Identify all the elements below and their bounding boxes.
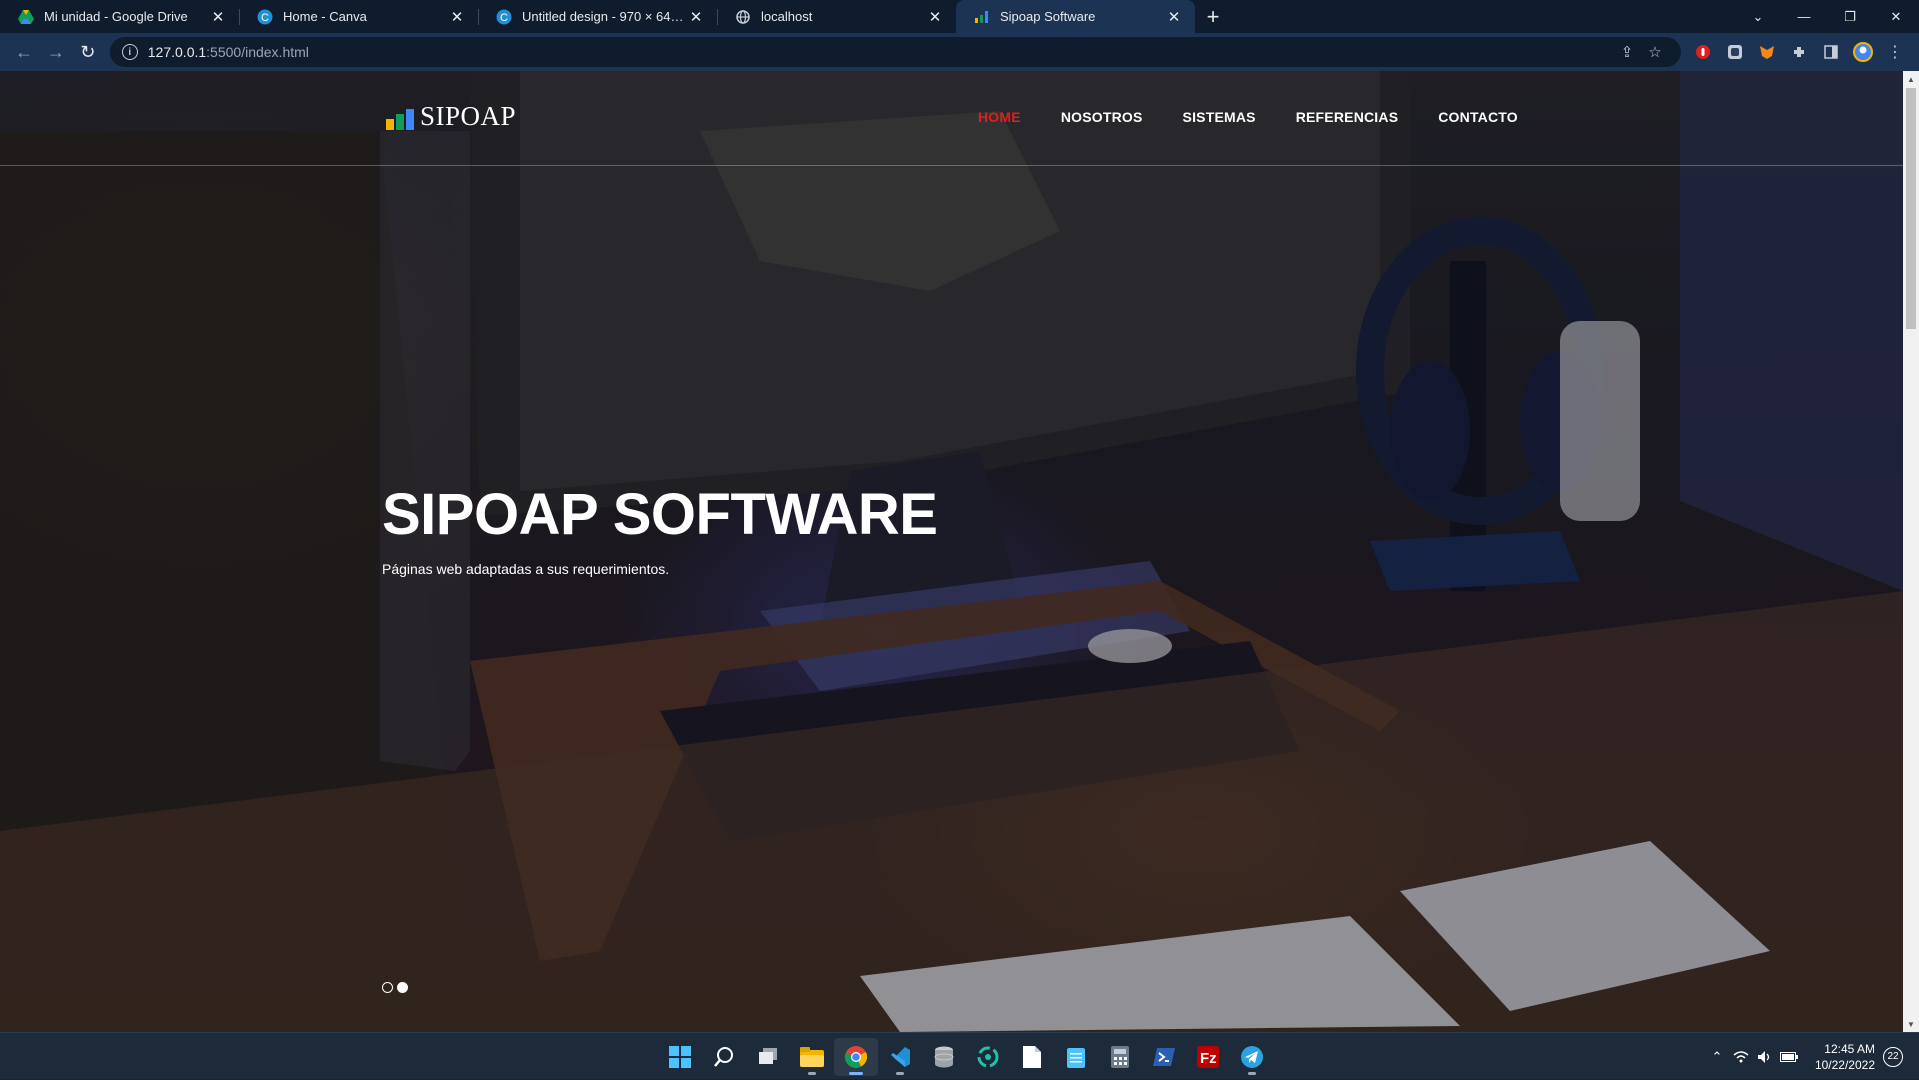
nav-home[interactable]: HOME [978,109,1021,125]
puzzle-extensions-icon[interactable] [1783,37,1815,67]
main-nav: HOME NOSOTROS SISTEMAS REFERENCIAS CONTA… [978,109,1558,125]
scroll-down-arrow-icon[interactable]: ▼ [1903,1016,1919,1032]
tab-title: Sipoap Software [1000,9,1096,24]
svg-text:C: C [500,12,508,24]
page-viewport: SIPOAP HOME NOSOTROS SISTEMAS REFERENCIA… [0,71,1903,1032]
windows-start-icon[interactable] [658,1038,702,1076]
side-panel-icon[interactable] [1815,37,1847,67]
tab-title: Home - Canva [283,9,367,24]
chrome-icon[interactable] [834,1038,878,1076]
hero-dark-overlay [0,71,1903,1032]
close-tab-icon[interactable]: ✕ [1165,8,1183,26]
profile-avatar[interactable] [1847,37,1879,67]
extension-square-icon[interactable] [1719,37,1751,67]
tab-canva-home[interactable]: C Home - Canva ✕ [239,0,478,33]
reload-icon[interactable]: ↻ [72,36,104,68]
close-tab-icon[interactable]: ✕ [926,8,944,26]
new-tab-button[interactable]: + [1195,0,1231,33]
clock-date: 10/22/2022 [1814,1057,1875,1072]
tab-localhost[interactable]: localhost ✕ [717,0,956,33]
task-view-icon[interactable] [746,1038,790,1076]
bookmark-star-icon[interactable]: ☆ [1641,43,1669,61]
carousel-dot-1[interactable] [382,982,393,993]
canva-icon: C [257,9,273,25]
site-header: SIPOAP HOME NOSOTROS SISTEMAS REFERENCIA… [0,71,1903,166]
tab-title: Untitled design - 970 × 647px [522,9,687,24]
menu-kebab-icon[interactable]: ⋮ [1879,37,1911,67]
carousel-dot-2[interactable] [397,982,408,993]
nav-nosotros[interactable]: NOSOTROS [1061,109,1143,125]
scroll-up-arrow-icon[interactable]: ▲ [1903,71,1919,87]
address-bar[interactable]: i 127.0.0.1 :5500/index.html ⇪ ☆ [109,37,1681,67]
wifi-icon[interactable] [1729,1050,1753,1063]
forward-icon[interactable]: → [40,36,72,68]
calculator-icon[interactable] [1098,1038,1142,1076]
window-controls: ⌄ — ❐ ✕ [1735,0,1919,33]
taskbar: Fz ⌃ 12:45 AM 10/22/2022 22 [0,1032,1919,1079]
nav-referencias[interactable]: REFERENCIAS [1296,109,1399,125]
close-window-icon[interactable]: ✕ [1873,0,1919,33]
system-tray: ⌃ 12:45 AM 10/22/2022 22 [1705,1033,1919,1080]
adblock-extension-icon[interactable] [1687,37,1719,67]
tab-title: localhost [761,9,813,24]
tab-sipoap-software[interactable]: Sipoap Software ✕ [956,0,1195,33]
site-info-icon[interactable]: i [121,44,138,60]
svg-text:C: C [261,12,269,24]
canva-icon: C [496,9,512,25]
url-host: 127.0.0.1 [147,44,207,60]
tab-search-icon[interactable]: ⌄ [1735,0,1781,33]
telegram-icon[interactable] [1230,1038,1274,1076]
tab-canva-design[interactable]: C Untitled design - 970 × 647px ✕ [478,0,717,33]
chevron-up-icon[interactable]: ⌃ [1705,1049,1729,1065]
battery-icon[interactable] [1777,1051,1801,1062]
browser-toolbar: ← → ↻ i 127.0.0.1 :5500/index.html ⇪ ☆ ⋮ [0,33,1919,71]
tab-google-drive[interactable]: Mi unidad - Google Drive ✕ [0,0,239,33]
filezilla-icon[interactable]: Fz [1186,1038,1230,1076]
url-path: :5500/index.html [206,44,309,60]
clock-time: 12:45 AM [1824,1041,1875,1056]
logo-bars-icon [386,109,416,130]
database-icon[interactable] [922,1038,966,1076]
nav-contacto[interactable]: CONTACTO [1438,109,1518,125]
volume-icon[interactable] [1753,1050,1777,1064]
close-tab-icon[interactable]: ✕ [687,8,705,26]
back-icon[interactable]: ← [8,36,40,68]
tab-title: Mi unidad - Google Drive [44,9,188,24]
metamask-icon[interactable] [1751,37,1783,67]
logo-text: SIPOAP [420,101,517,131]
notepad-icon[interactable] [1054,1038,1098,1076]
carousel-indicators [382,982,412,993]
close-tab-icon[interactable]: ✕ [209,8,227,26]
tab-strip: Mi unidad - Google Drive ✕ C Home - Canv… [0,0,1919,33]
restore-icon[interactable]: ❐ [1827,0,1873,33]
extensions-bar: ⋮ [1687,37,1911,67]
nav-sistemas[interactable]: SISTEMAS [1183,109,1256,125]
scrollbar-thumb[interactable] [1906,88,1916,329]
hero-title: SIPOAP SOFTWARE [382,482,938,547]
svg-text:Fz: Fz [1200,1050,1217,1067]
sync-icon[interactable] [966,1038,1010,1076]
powershell-icon[interactable] [1142,1038,1186,1076]
minimize-icon[interactable]: — [1781,0,1827,33]
close-tab-icon[interactable]: ✕ [448,8,466,26]
google-drive-icon [18,9,34,25]
share-icon[interactable]: ⇪ [1613,43,1641,61]
hero-subtitle: Páginas web adaptadas a sus requerimient… [382,561,670,577]
vscode-icon[interactable] [878,1038,922,1076]
page-scrollbar[interactable]: ▲ ▼ [1903,71,1919,1032]
notification-badge[interactable]: 22 [1883,1046,1903,1067]
clock[interactable]: 12:45 AM 10/22/2022 [1815,1041,1875,1073]
taskbar-apps: Fz [658,1038,1274,1076]
document-icon[interactable] [1010,1038,1054,1076]
globe-icon [735,9,751,25]
search-icon[interactable] [702,1038,746,1076]
bar-chart-icon [974,9,990,25]
site-logo[interactable]: SIPOAP [386,103,516,130]
file-explorer-icon[interactable] [790,1038,834,1076]
